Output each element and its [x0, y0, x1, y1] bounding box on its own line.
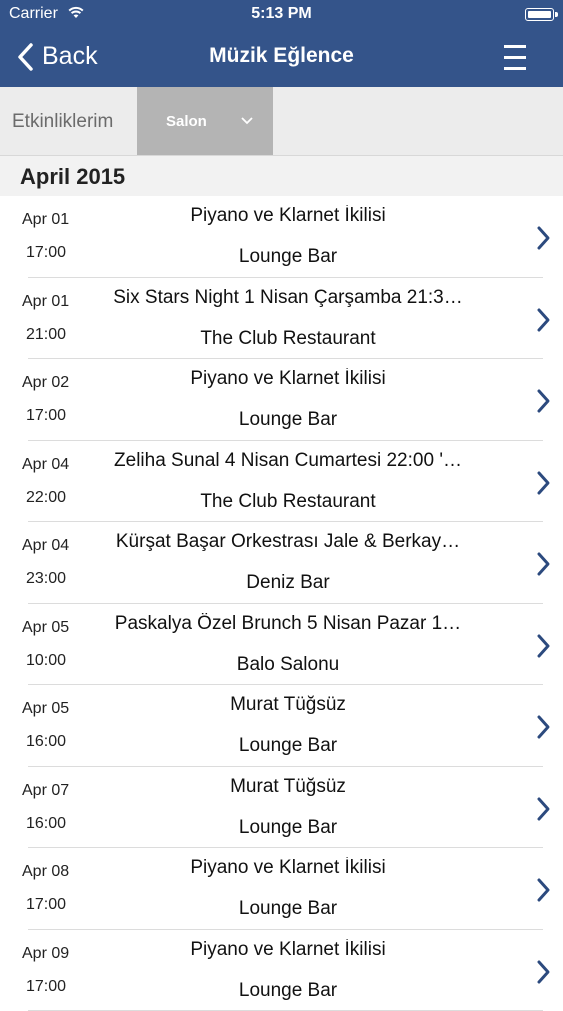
event-time: 21:00: [26, 326, 66, 344]
event-name: Piyano ve Klarnet İkilisi: [96, 205, 480, 227]
chevron-right-icon: [536, 959, 552, 985]
event-row[interactable]: Apr 05 16:00 Murat Tüğsüz Lounge Bar: [0, 685, 563, 767]
event-name: Paskalya Özel Brunch 5 Nisan Pazar 1…: [96, 613, 480, 635]
event-name: Piyano ve Klarnet İkilisi: [96, 368, 480, 390]
chevron-down-icon: [240, 116, 254, 125]
filter-tabs: Etkinliklerim Salon: [0, 87, 563, 156]
chevron-right-icon: [536, 307, 552, 333]
status-time: 5:13 PM: [0, 5, 563, 23]
event-time: 16:00: [26, 733, 66, 751]
chevron-right-icon: [536, 388, 552, 414]
section-title: April 2015: [20, 164, 125, 190]
battery-icon: [525, 8, 554, 21]
event-time: 17:00: [26, 896, 66, 914]
event-date: Apr 09: [22, 945, 69, 963]
event-row[interactable]: Apr 04 23:00 Kürşat Başar Orkestrası Jale …: [0, 522, 563, 604]
status-bar: Carrier 5:13 PM: [0, 0, 563, 30]
event-venue: Lounge Bar: [96, 246, 480, 268]
chevron-right-icon: [536, 470, 552, 496]
event-date: Apr 05: [22, 619, 69, 637]
event-row[interactable]: Apr 05 10:00 Paskalya Özel Brunch 5 Nisan …: [0, 604, 563, 686]
event-row[interactable]: Apr 02 17:00 Piyano ve Klarnet İkilisi Loun…: [0, 359, 563, 441]
event-venue: Lounge Bar: [96, 817, 480, 839]
salon-dropdown-label: Salon: [166, 113, 207, 130]
chevron-right-icon: [536, 633, 552, 659]
event-time: 17:00: [26, 407, 66, 425]
event-time: 17:00: [26, 978, 66, 996]
chevron-right-icon: [536, 551, 552, 577]
event-name: Murat Tüğsüz: [96, 776, 480, 798]
event-row[interactable]: Apr 01 21:00 Six Stars Night 1 Nisan Çarşa…: [0, 278, 563, 360]
event-venue: Balo Salonu: [96, 654, 480, 676]
event-date: Apr 02: [22, 374, 69, 392]
event-name: Piyano ve Klarnet İkilisi: [96, 857, 480, 879]
section-header: April 2015: [0, 156, 563, 196]
event-date: Apr 01: [22, 211, 69, 229]
event-row[interactable]: Apr 09 17:00 Piyano ve Klarnet İkilisi Loun…: [0, 930, 563, 1011]
event-row[interactable]: Apr 04 22:00 Zeliha Sunal 4 Nisan Cumartes…: [0, 441, 563, 523]
event-date: Apr 08: [22, 863, 69, 881]
event-venue: Lounge Bar: [96, 409, 480, 431]
event-date: Apr 04: [22, 537, 69, 555]
salon-dropdown[interactable]: Salon: [137, 87, 273, 155]
navigation-bar: Carrier 5:13 PM Back Müzik Eğlence: [0, 0, 563, 87]
event-venue: The Club Restaurant: [96, 491, 480, 513]
event-time: 22:00: [26, 489, 66, 507]
event-row[interactable]: Apr 07 16:00 Murat Tüğsüz Lounge Bar: [0, 767, 563, 849]
event-date: Apr 01: [22, 293, 69, 311]
event-date: Apr 07: [22, 782, 69, 800]
event-venue: Lounge Bar: [96, 980, 480, 1002]
event-venue: The Club Restaurant: [96, 328, 480, 350]
page-title: Müzik Eğlence: [0, 44, 563, 68]
event-list: Apr 01 17:00 Piyano ve Klarnet İkilisi Loun…: [0, 196, 563, 1011]
chevron-right-icon: [536, 877, 552, 903]
hamburger-menu-icon[interactable]: [500, 43, 530, 73]
event-time: 16:00: [26, 815, 66, 833]
tab-etkinliklerim-label: Etkinliklerim: [12, 111, 113, 133]
event-date: Apr 04: [22, 456, 69, 474]
chevron-right-icon: [536, 796, 552, 822]
event-name: Piyano ve Klarnet İkilisi: [96, 939, 480, 961]
event-time: 23:00: [26, 570, 66, 588]
event-venue: Deniz Bar: [96, 572, 480, 594]
event-name: Kürşat Başar Orkestrası Jale & Berkay…: [96, 531, 480, 553]
event-date: Apr 05: [22, 700, 69, 718]
event-name: Six Stars Night 1 Nisan Çarşamba 21:3…: [96, 287, 480, 309]
event-row[interactable]: Apr 08 17:00 Piyano ve Klarnet İkilisi Loun…: [0, 848, 563, 930]
chevron-right-icon: [536, 714, 552, 740]
chevron-right-icon: [536, 225, 552, 251]
event-time: 10:00: [26, 652, 66, 670]
event-row[interactable]: Apr 01 17:00 Piyano ve Klarnet İkilisi Loun…: [0, 196, 563, 278]
event-name: Zeliha Sunal 4 Nisan Cumartesi 22:00 '…: [96, 450, 480, 472]
event-time: 17:00: [26, 244, 66, 262]
tab-etkinliklerim[interactable]: Etkinliklerim: [0, 87, 137, 155]
event-name: Murat Tüğsüz: [96, 694, 480, 716]
event-venue: Lounge Bar: [96, 735, 480, 757]
event-venue: Lounge Bar: [96, 898, 480, 920]
